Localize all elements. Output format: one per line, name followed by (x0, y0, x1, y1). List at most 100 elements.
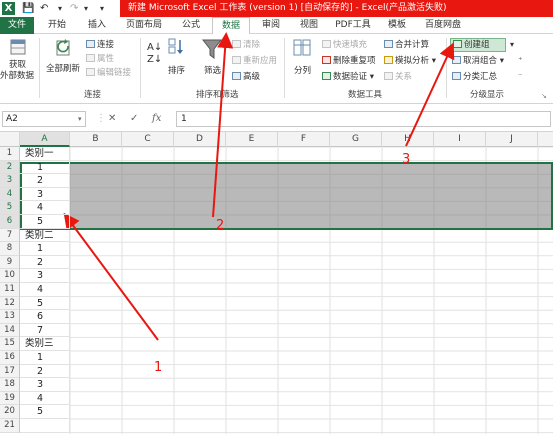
outline-dialog-launcher-icon[interactable]: ↘ (541, 91, 547, 102)
filter-label: 筛选 (204, 66, 222, 76)
consolidate-icon (384, 40, 393, 48)
column-header-j[interactable]: J (486, 132, 538, 147)
ribbon-separator (39, 38, 40, 98)
properties-label: 属性 (97, 54, 115, 64)
refresh-all-label: 全部刷新 (46, 64, 81, 74)
tab-data[interactable]: 数据 (212, 17, 250, 35)
tab-formulas[interactable]: 公式 (174, 17, 208, 34)
ungroup-label: 取消组合 (463, 56, 498, 66)
flash-fill-button[interactable]: 快速填充 (322, 40, 367, 51)
redo-icon[interactable]: ↷ (70, 2, 78, 15)
ribbon-tabs: 文件 开始 插入 页面布局 公式 数据 审阅 视图 PDF工具 模板 百度网盘 (0, 17, 553, 35)
consolidate-button[interactable]: 合并计算 (384, 40, 429, 51)
group-button[interactable]: 创建组 (450, 38, 506, 52)
save-icon[interactable]: 💾 (22, 2, 34, 15)
column-header-i[interactable]: I (434, 132, 486, 147)
column-header-e[interactable]: E (226, 132, 278, 147)
data-validation-button[interactable]: 数据验证 ▾ (322, 72, 374, 83)
formula-input[interactable]: 1 (176, 111, 551, 127)
selection-range[interactable] (20, 161, 553, 230)
group-label-data-tools: 数据工具 (348, 90, 383, 100)
redo-dropdown-icon[interactable]: ▾ (84, 2, 88, 15)
name-box-dropdown-icon[interactable]: ▾ (78, 111, 82, 127)
flash-fill-icon (322, 40, 331, 48)
ribbon-separator (140, 38, 141, 98)
what-if-icon (384, 56, 393, 64)
column-header-b[interactable]: B (70, 132, 122, 147)
column-headers: A B C D E F G H I J (0, 132, 553, 147)
relationships-button[interactable]: 关系 (384, 72, 412, 83)
group-dropdown-icon[interactable]: ▾ (510, 39, 514, 50)
window-title: 新建 Microsoft Excel 工作表 (version 1) [自动保存… (120, 0, 553, 17)
worksheet-grid[interactable]: A B C D E F G H I J 1 类别一 21 32 43 54 65 … (0, 132, 553, 434)
edit-links-button[interactable]: 编辑链接 (86, 68, 131, 79)
cancel-icon[interactable]: ✕ (108, 111, 116, 127)
name-box[interactable]: A2 (2, 111, 86, 127)
data-validation-icon (322, 72, 331, 80)
reapply-label: 重新应用 (243, 56, 278, 66)
ungroup-icon (452, 56, 461, 64)
text-to-columns-label: 分列 (294, 66, 312, 76)
subtotal-button[interactable]: 分类汇总 (452, 72, 497, 83)
clear-button[interactable]: 清除 (232, 40, 260, 51)
column-header-d[interactable]: D (174, 132, 226, 147)
column-header-h[interactable]: H (382, 132, 434, 147)
connections-button[interactable]: 连接 (86, 40, 114, 51)
consolidate-label: 合并计算 (395, 40, 430, 50)
what-if-analysis-button[interactable]: 模拟分析 ▾ (384, 56, 436, 67)
tab-home[interactable]: 开始 (40, 17, 74, 34)
subtotal-icon (452, 72, 461, 80)
column-header-f[interactable]: F (278, 132, 330, 147)
column-header-g[interactable]: G (330, 132, 382, 147)
annotation-label-1: 1 (154, 360, 163, 375)
remove-duplicates-icon (322, 56, 331, 64)
column-header-c[interactable]: C (122, 132, 174, 147)
what-if-label: 模拟分析 (395, 56, 430, 66)
tab-page-layout[interactable]: 页面布局 (120, 17, 168, 34)
tab-baidu-pan[interactable]: 百度网盘 (418, 17, 468, 34)
tab-insert[interactable]: 插入 (80, 17, 114, 34)
group-label-sort-filter: 排序和筛选 (196, 90, 239, 100)
reapply-button[interactable]: 重新应用 (232, 56, 277, 67)
undo-dropdown-icon[interactable]: ▾ (58, 2, 62, 15)
sort-az-icon[interactable]: A↓ Z↓ (147, 42, 162, 66)
advanced-label: 高级 (243, 72, 261, 82)
properties-icon (86, 54, 95, 62)
customize-quick-access-icon[interactable]: ▾ (100, 2, 104, 15)
cell-a6[interactable]: 5 (20, 215, 70, 229)
group-icon (453, 40, 462, 48)
connections-icon (86, 40, 95, 48)
relationships-label: 关系 (395, 72, 413, 82)
undo-icon[interactable]: ↶ (40, 2, 48, 15)
tab-templates[interactable]: 模板 (380, 17, 414, 34)
tab-file[interactable]: 文件 (0, 17, 34, 34)
reapply-icon (232, 56, 241, 64)
select-all-corner[interactable] (0, 132, 20, 147)
remove-duplicates-label: 删除重复项 (333, 56, 376, 66)
enter-icon[interactable]: ✓ (130, 111, 138, 127)
cell-a2[interactable]: 1 (20, 160, 70, 175)
cell-a4[interactable]: 3 (20, 187, 70, 202)
tab-review[interactable]: 审阅 (254, 17, 288, 34)
advanced-button[interactable]: 高级 (232, 72, 260, 83)
column-header-a[interactable]: A (20, 132, 70, 147)
filter-funnel-icon (202, 39, 222, 59)
sort-icon (168, 38, 183, 54)
tab-pdf-tools[interactable]: PDF工具 (330, 17, 376, 34)
properties-button[interactable]: 属性 (86, 54, 114, 65)
cell-a3[interactable]: 2 (20, 174, 70, 188)
remove-duplicates-button[interactable]: 删除重复项 (322, 56, 376, 67)
cell-a5[interactable]: 4 (20, 201, 70, 215)
clear-filter-icon (232, 40, 241, 48)
tab-view[interactable]: 视图 (292, 17, 326, 34)
annotation-label-2: 2 (216, 218, 225, 233)
hide-detail-icon[interactable]: ⁻ (518, 72, 523, 83)
get-external-label-2: 外部数据 (0, 71, 35, 81)
excel-logo-icon: X (2, 2, 15, 15)
data-validation-label: 数据验证 (333, 72, 368, 82)
show-detail-icon[interactable]: ⁺ (518, 56, 523, 67)
relationships-icon (384, 72, 393, 80)
sort-label: 排序 (168, 66, 186, 76)
ungroup-button[interactable]: 取消组合 ▾ (452, 56, 504, 67)
insert-function-icon[interactable]: fx (152, 111, 161, 127)
